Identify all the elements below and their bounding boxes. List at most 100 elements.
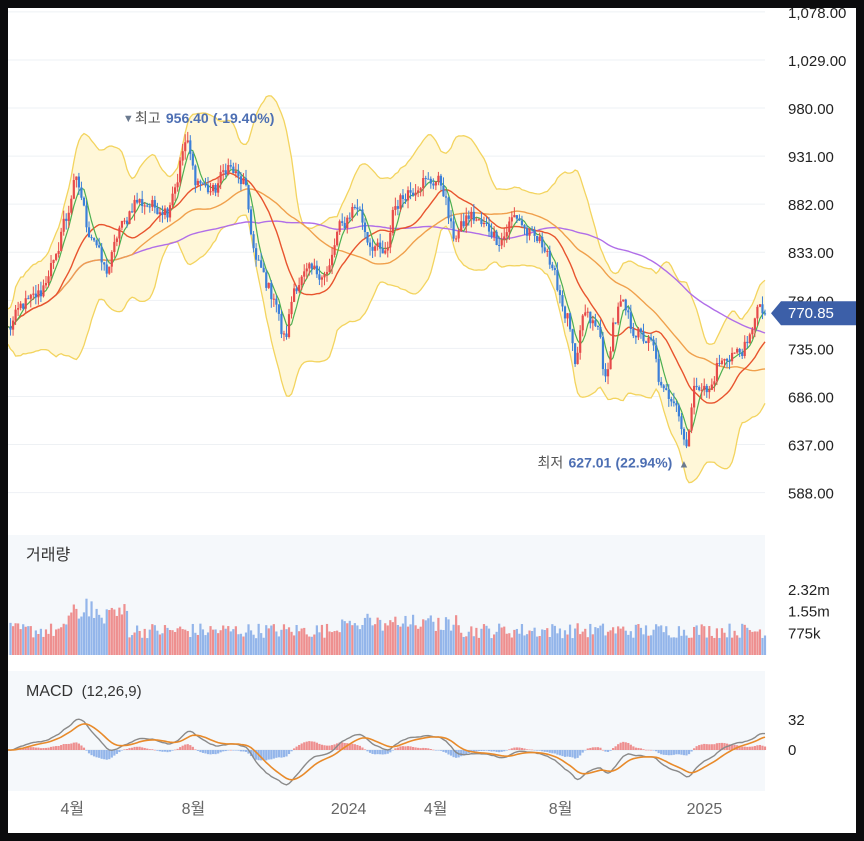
volume-bar xyxy=(158,634,162,655)
candle-body xyxy=(495,231,498,246)
candle-body xyxy=(543,247,546,252)
candle-body xyxy=(158,212,162,215)
volume-bar xyxy=(376,617,379,655)
macd-histogram-bar xyxy=(108,750,111,760)
volume-bar xyxy=(196,634,199,655)
macd-histogram-bar xyxy=(351,743,354,750)
volume-bar xyxy=(482,624,486,655)
volume-bar xyxy=(130,635,134,655)
candle-body xyxy=(320,277,324,280)
macd-histogram-bar xyxy=(113,750,116,756)
candle-body xyxy=(713,381,716,385)
macd-histogram-bar xyxy=(295,746,298,750)
volume-bar xyxy=(703,626,706,655)
macd-histogram-bar xyxy=(156,750,159,751)
volume-bar xyxy=(333,631,336,655)
macd-histogram-bar xyxy=(753,746,756,750)
volume-bar xyxy=(761,637,764,655)
macd-histogram-bar xyxy=(285,750,288,757)
candle-body xyxy=(148,206,151,208)
macd-histogram-bar xyxy=(128,748,131,750)
macd-histogram-bar xyxy=(171,750,174,751)
volume-bar xyxy=(718,637,721,655)
candle-body xyxy=(530,229,534,231)
candle-body xyxy=(239,176,243,185)
volume-bar xyxy=(556,633,559,655)
macd-histogram-bar xyxy=(115,750,118,754)
candle-body xyxy=(647,337,650,344)
volume-bar xyxy=(353,623,356,655)
volume-title: 거래량 xyxy=(26,546,70,564)
macd-histogram-bar xyxy=(437,750,440,751)
volume-bar xyxy=(374,624,377,655)
candle-body xyxy=(604,369,607,377)
low-marker-label: 최저 xyxy=(538,454,564,470)
time-tick-label: 4월 xyxy=(61,800,85,818)
candle-body xyxy=(168,205,172,218)
macd-histogram-bar xyxy=(52,746,55,750)
volume-bar xyxy=(705,637,708,655)
macd-histogram-bar xyxy=(209,750,212,755)
volume-bar xyxy=(371,625,374,655)
macd-histogram-bar xyxy=(166,750,169,753)
volume-bar xyxy=(204,635,207,655)
volume-bar xyxy=(563,630,567,655)
candle-body xyxy=(272,298,275,300)
candle-body xyxy=(498,245,501,247)
candle-body xyxy=(490,231,493,237)
macd-histogram-bar xyxy=(65,743,68,750)
macd-histogram-bar xyxy=(90,750,93,756)
candle-body xyxy=(538,236,541,242)
volume-bar xyxy=(11,626,15,655)
macd-histogram-bar xyxy=(596,747,600,750)
macd-histogram-bar xyxy=(629,744,632,750)
candle-body xyxy=(624,299,627,311)
volume-bar xyxy=(391,622,394,655)
candle-body xyxy=(756,306,759,319)
volume-bar xyxy=(455,615,458,655)
macd-histogram-bar xyxy=(642,749,645,750)
candle-body xyxy=(234,171,237,174)
macd-histogram-bar xyxy=(698,745,701,750)
macd-histogram-bar xyxy=(270,750,273,760)
volume-bar xyxy=(515,628,518,655)
macd-histogram-bar xyxy=(417,747,420,750)
volume-bar xyxy=(624,630,627,655)
candle-body xyxy=(439,175,443,186)
volume-bar xyxy=(237,634,240,655)
volume-bar xyxy=(368,617,372,655)
volume-bar xyxy=(19,629,22,655)
volume-bar xyxy=(713,637,716,655)
volume-bar xyxy=(490,638,493,655)
candle-body xyxy=(282,333,286,335)
macd-histogram-bar xyxy=(389,750,392,753)
candle-body xyxy=(191,153,194,166)
candle-body xyxy=(260,260,263,268)
candle-body xyxy=(753,318,756,330)
candle-body xyxy=(108,266,111,274)
volume-bar xyxy=(404,615,407,655)
macd-histogram-bar xyxy=(196,750,199,751)
macd-histogram-bar xyxy=(589,747,592,750)
candle-body xyxy=(346,217,349,228)
macd-histogram-bar xyxy=(601,749,605,751)
stock-chart[interactable]: 1,078.00 1,029.00 980.00 931.00 882.00 833.00… xyxy=(8,8,856,833)
volume-bar xyxy=(634,624,637,655)
macd-histogram-bar xyxy=(384,750,387,755)
candle-body xyxy=(617,306,620,324)
volume-bar xyxy=(358,629,362,655)
volume-axis: 2.32m 1.55m 775k xyxy=(788,582,830,642)
candle-body xyxy=(60,231,63,251)
volume-bar xyxy=(330,632,334,655)
macd-histogram-bar xyxy=(434,750,437,751)
candle-body xyxy=(287,314,291,337)
volume-bar xyxy=(447,619,450,655)
macd-histogram-bar xyxy=(87,750,91,754)
candle-body xyxy=(406,190,410,201)
macd-histogram-bar xyxy=(275,750,278,758)
volume-bar xyxy=(138,630,141,655)
candle-body xyxy=(705,385,708,393)
macd-histogram-bar xyxy=(32,747,35,750)
volume-bar xyxy=(338,632,341,655)
candle-body xyxy=(513,215,516,218)
